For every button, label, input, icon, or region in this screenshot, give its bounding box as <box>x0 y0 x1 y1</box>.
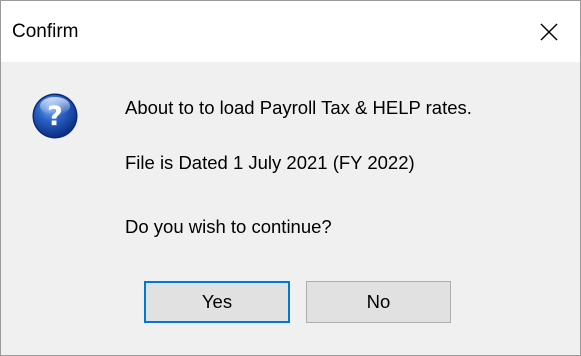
message-line-3: Do you wish to continue? <box>125 216 332 237</box>
no-button[interactable]: No <box>306 281 451 323</box>
dialog-title: Confirm <box>12 21 79 42</box>
question-icon: ? <box>32 93 78 139</box>
confirm-dialog: Confirm ? About to to load Payroll Tax &… <box>0 0 581 356</box>
title-bar: Confirm <box>1 1 580 62</box>
close-button[interactable] <box>518 1 580 62</box>
message-line-1: About to to load Payroll Tax & HELP rate… <box>125 97 472 118</box>
message-line-2: File is Dated 1 July 2021 (FY 2022) <box>125 152 415 173</box>
close-icon <box>540 23 558 40</box>
svg-text:?: ? <box>47 101 63 132</box>
yes-button[interactable]: Yes <box>144 281 290 323</box>
